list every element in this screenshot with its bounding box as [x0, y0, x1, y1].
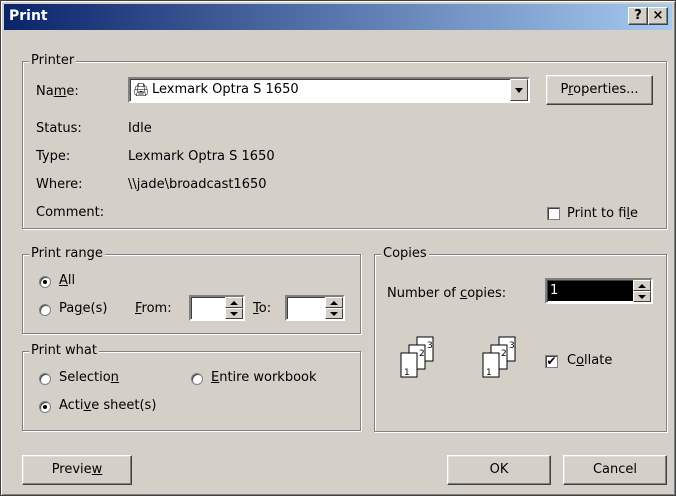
- properties-button-label: Properties...: [560, 82, 639, 97]
- all-radio[interactable]: [39, 276, 51, 288]
- window-title: Print: [9, 8, 48, 24]
- print-to-file-checkbox[interactable]: [547, 207, 560, 220]
- collate-checkbox[interactable]: ✔: [545, 355, 558, 368]
- status-value: Idle: [128, 121, 152, 136]
- print-dialog: Print ? × Printer Name: 🖨 Lexmark Optra …: [0, 0, 676, 496]
- help-button[interactable]: ?: [628, 7, 648, 25]
- status-label: Status:: [36, 121, 82, 136]
- title-bar[interactable]: Print ? ×: [4, 4, 672, 30]
- copies-spinner[interactable]: 1: [545, 278, 653, 304]
- collate-icon-set-1: 3 2 1: [400, 336, 434, 378]
- type-value: Lexmark Optra S 1650: [128, 149, 275, 164]
- active-sheets-label[interactable]: Active sheet(s): [59, 398, 156, 413]
- to-spin-buttons[interactable]: [325, 297, 343, 319]
- where-label: Where:: [36, 177, 83, 192]
- selection-radio[interactable]: [39, 373, 51, 385]
- cancel-button[interactable]: Cancel: [563, 455, 667, 485]
- selection-label[interactable]: Selection: [59, 370, 119, 385]
- collate-label[interactable]: Collate: [567, 353, 612, 368]
- type-label: Type:: [36, 149, 71, 164]
- collate-page-1: 1: [404, 368, 410, 378]
- printer-name-value: Lexmark Optra S 1650: [152, 82, 299, 97]
- printer-name-label: Name:: [36, 84, 79, 99]
- entire-workbook-label[interactable]: Entire workbook: [211, 370, 317, 385]
- preview-button[interactable]: Preview: [22, 455, 132, 485]
- collate-page-2: 2: [419, 349, 425, 359]
- collate-icon-set-2: 3 2 1: [482, 336, 516, 378]
- printer-group-label: Printer: [29, 53, 77, 68]
- print-range-group-label: Print range: [29, 246, 105, 261]
- from-spinner[interactable]: [189, 295, 245, 321]
- pages-label[interactable]: Page(s): [59, 301, 107, 316]
- printer-icon: 🖨: [133, 83, 150, 98]
- from-label: From:: [135, 301, 172, 316]
- from-spin-buttons[interactable]: [225, 297, 243, 319]
- number-of-copies-label: Number of copies:: [387, 286, 507, 301]
- collate-page-3: 3: [427, 341, 433, 351]
- where-value: \\jade\broadcast1650: [128, 177, 267, 192]
- print-what-group: Print what: [22, 343, 361, 431]
- preview-button-label: Preview: [51, 462, 103, 477]
- comment-label: Comment:: [36, 205, 105, 220]
- spin-up-icon[interactable]: [633, 280, 651, 291]
- to-spinner[interactable]: [285, 295, 345, 321]
- close-button[interactable]: ×: [648, 7, 668, 25]
- spin-down-icon[interactable]: [225, 308, 243, 319]
- to-label: To:: [253, 301, 272, 316]
- printer-name-combo[interactable]: 🖨 Lexmark Optra S 1650: [128, 77, 530, 103]
- spin-up-icon[interactable]: [325, 297, 343, 308]
- collate-page-3: 3: [509, 341, 515, 351]
- ok-button[interactable]: OK: [447, 455, 551, 485]
- chevron-down-icon[interactable]: [510, 79, 528, 101]
- copies-value: 1: [548, 281, 634, 301]
- copies-spin-buttons[interactable]: [633, 280, 651, 302]
- properties-button[interactable]: Properties...: [546, 75, 653, 105]
- spin-down-icon[interactable]: [633, 291, 651, 302]
- print-to-file-label[interactable]: Print to file: [567, 206, 638, 221]
- collate-page-2: 2: [501, 349, 507, 359]
- pages-radio[interactable]: [39, 304, 51, 316]
- print-what-group-label: Print what: [29, 343, 99, 358]
- spin-up-icon[interactable]: [225, 297, 243, 308]
- active-sheets-radio[interactable]: [39, 401, 51, 413]
- spin-down-icon[interactable]: [325, 308, 343, 319]
- print-range-group: Print range: [22, 246, 361, 334]
- all-label[interactable]: All: [59, 273, 75, 288]
- copies-group-label: Copies: [381, 246, 429, 261]
- entire-workbook-radio[interactable]: [191, 373, 203, 385]
- collate-page-1: 1: [486, 368, 492, 378]
